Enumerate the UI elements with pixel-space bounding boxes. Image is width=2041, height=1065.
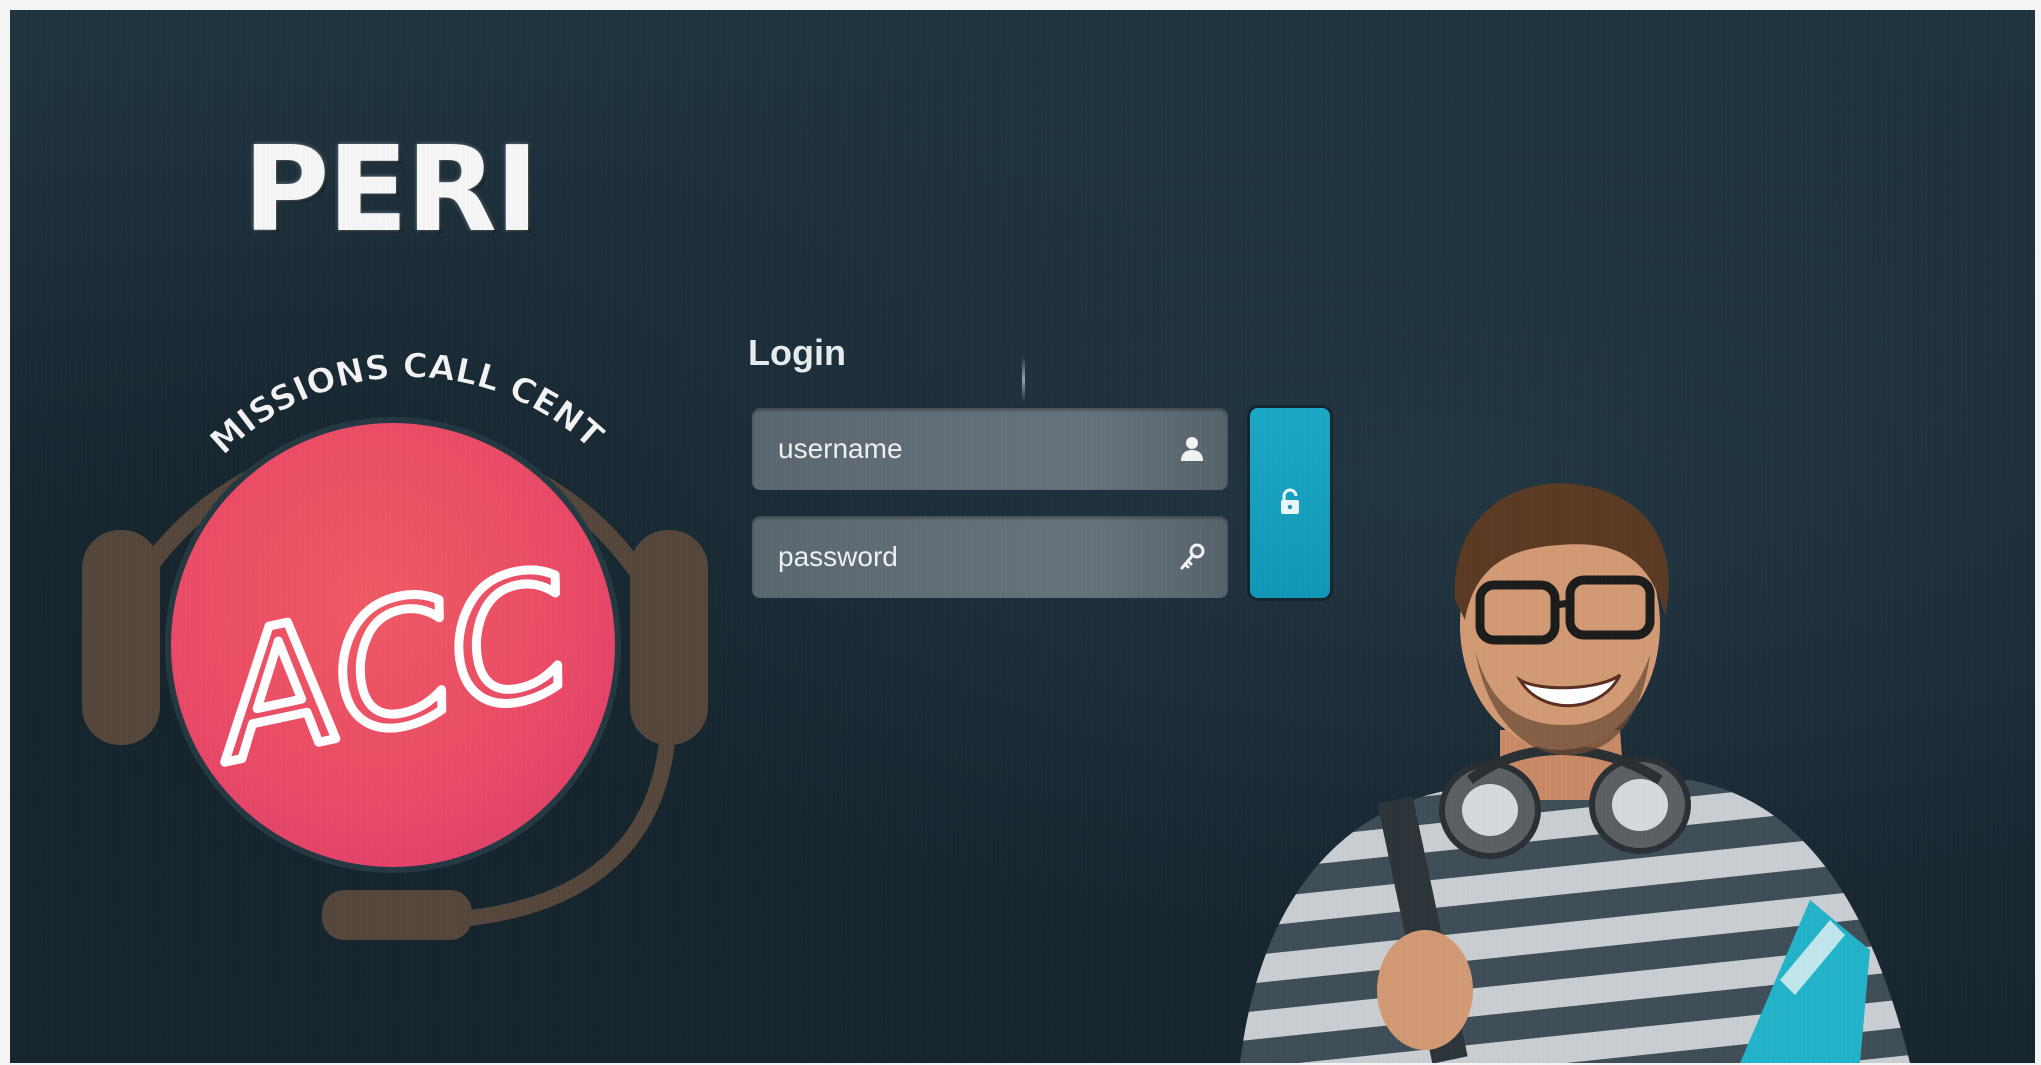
user-icon [1181, 437, 1203, 461]
password-input[interactable] [752, 516, 1228, 598]
headset-left-cup [82, 530, 160, 745]
password-field [752, 516, 1228, 598]
headset-right-cup [630, 530, 708, 745]
brand-title: PERI [243, 120, 539, 258]
cursor-mark [1022, 356, 1025, 402]
username-field [752, 408, 1228, 490]
microphone [322, 890, 472, 940]
username-input[interactable] [752, 408, 1228, 490]
key-icon [1180, 543, 1205, 570]
student-illustration [1240, 483, 1910, 1063]
acc-logo: ADMISSIONS CALL CENTRE ACC [60, 330, 708, 940]
login-screen: PERI ADMISSIONS CALL CENTRE ACC Login [10, 10, 2035, 1063]
login-title: Login [748, 332, 846, 373]
